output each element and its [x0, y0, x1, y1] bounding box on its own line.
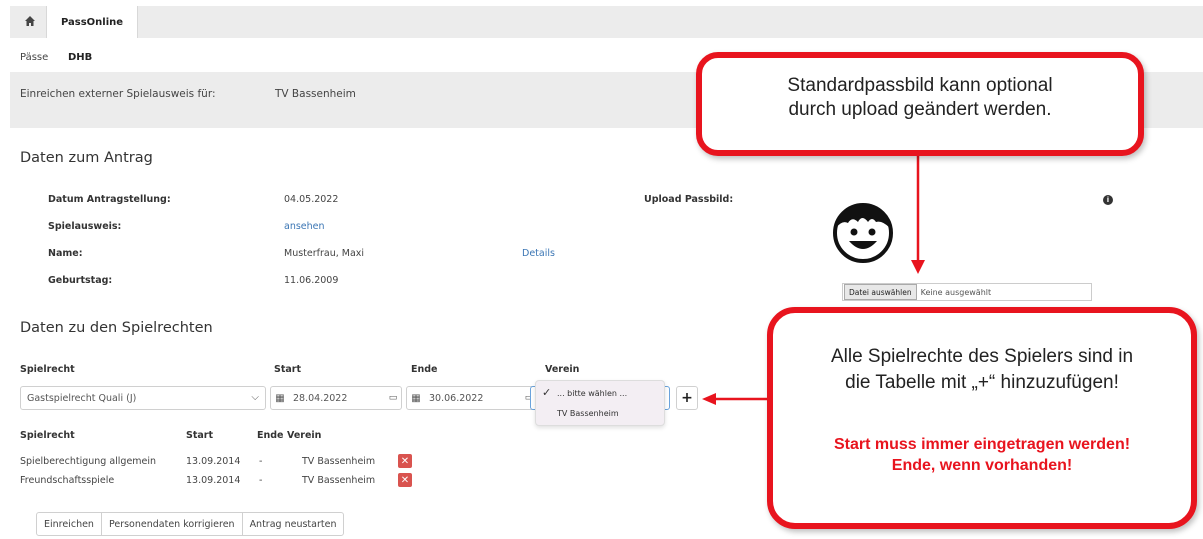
spielrecht-select[interactable]: Gastspielrecht Quali (J) ⌵ [20, 386, 266, 410]
info-icon[interactable]: i [1103, 195, 1113, 205]
callout-spielrechte-text: Alle Spielrechte des Spielers sind in di… [772, 344, 1192, 396]
dropdown-option-placeholder[interactable]: ... bitte wählen ... [557, 389, 627, 398]
info-value: TV Bassenheim [275, 88, 356, 100]
row2-spielrecht: Freundschaftsspiele [20, 475, 115, 486]
callout-spielrechte-line2: die Tabelle mit „+“ hinzuzufügen! [845, 372, 1119, 393]
callout-passbild-text: Standardpassbild kann optional durch upl… [700, 74, 1140, 122]
col-start: Start [274, 364, 302, 375]
col-verein: Verein [545, 364, 580, 375]
col-ende: Ende [411, 364, 438, 375]
datum-label: Datum Antragstellung: [48, 194, 171, 205]
row2-start: 13.09.2014 [186, 475, 241, 486]
geburtstag-value: 11.06.2009 [284, 275, 339, 286]
action-button-group: Einreichen Personendaten korrigieren Ant… [36, 512, 345, 536]
checkmark-icon: ✓ [542, 386, 552, 399]
callout-warning: Start muss immer eingetragen werden! End… [772, 434, 1192, 476]
calendar-grid-icon: ▦ [411, 392, 421, 404]
file-choose-button[interactable]: Datei auswählen [844, 284, 917, 300]
row1-verein: TV Bassenheim [302, 456, 376, 467]
delete-row-icon[interactable]: ✕ [398, 473, 412, 487]
arrow-left-icon [702, 393, 768, 405]
callout-passbild-line1: Standardpassbild kann optional [787, 75, 1053, 96]
callout-passbild-line2: durch upload geändert werden. [788, 99, 1052, 120]
section-title-antrag: Daten zum Antrag [20, 150, 153, 166]
start-date-value: 28.04.2022 [293, 392, 348, 404]
calendar-grid-icon: ▦ [275, 392, 285, 404]
col-spielrecht: Spielrecht [20, 364, 75, 375]
spielausweis-label: Spielausweis: [48, 221, 122, 232]
datum-value: 04.05.2022 [284, 194, 339, 205]
callout-spielrechte [767, 307, 1197, 529]
row1-start: 13.09.2014 [186, 456, 241, 467]
spielausweis-link[interactable]: ansehen [284, 221, 325, 232]
tab-passonline[interactable]: PassOnline [46, 6, 138, 38]
name-label: Name: [48, 248, 83, 259]
table-header-verein: Verein [287, 430, 322, 441]
callout-spielrechte-line1: Alle Spielrechte des Spielers sind in [830, 346, 1134, 367]
callout-warning-line2: Ende, wenn vorhanden! [891, 457, 1073, 474]
chevron-down-icon: ⌵ [251, 392, 259, 403]
row2-verein: TV Bassenheim [302, 475, 376, 486]
verein-dropdown-menu: ✓ ... bitte wählen ... TV Bassenheim [535, 380, 665, 426]
callout-warning-line1: Start muss immer eingetragen werden! [833, 436, 1131, 453]
section-title-spielrechte: Daten zu den Spielrechten [20, 320, 213, 336]
antrag-neustarten-button[interactable]: Antrag neustarten [243, 513, 344, 535]
row1-spielrecht: Spielberechtigung allgemein [20, 456, 157, 467]
row2-ende: - [259, 475, 263, 486]
delete-row-icon[interactable]: ✕ [398, 454, 412, 468]
table-header-start: Start [186, 430, 214, 441]
end-date-value: 30.06.2022 [429, 392, 484, 404]
geburtstag-label: Geburtstag: [48, 275, 113, 286]
passbild-avatar-icon [832, 202, 894, 268]
add-spielrecht-button[interactable]: + [676, 386, 698, 410]
calendar-icon[interactable]: ▭ [385, 393, 401, 403]
table-header-ende: Ende [257, 430, 284, 441]
breadcrumb-dhb[interactable]: DHB [68, 52, 92, 63]
arrow-down-icon [911, 150, 925, 274]
dropdown-option-tv-bassenheim[interactable]: TV Bassenheim [557, 409, 619, 418]
breadcrumb-paesse[interactable]: Pässe [20, 52, 48, 63]
info-label: Einreichen externer Spielausweis für: [20, 88, 216, 100]
details-link[interactable]: Details [522, 248, 555, 259]
row1-ende: - [259, 456, 263, 467]
table-header-spielrecht: Spielrecht [20, 430, 75, 441]
file-status: Keine ausgewählt [920, 287, 992, 297]
file-upload-field[interactable]: Datei auswählen Keine ausgewählt [842, 283, 1092, 301]
start-date-field[interactable]: ▦ 28.04.2022 ▭ [270, 386, 402, 410]
top-tab-bar [10, 6, 1203, 38]
name-value: Musterfrau, Maxi [284, 248, 365, 259]
spielrecht-select-value: Gastspielrecht Quali (J) [27, 392, 137, 404]
einreichen-button[interactable]: Einreichen [37, 513, 102, 535]
end-date-field[interactable]: ▦ 30.06.2022 ▭ [406, 386, 538, 410]
personendaten-korrigieren-button[interactable]: Personendaten korrigieren [102, 513, 243, 535]
upload-label: Upload Passbild: [644, 194, 734, 205]
home-icon[interactable] [18, 10, 42, 32]
